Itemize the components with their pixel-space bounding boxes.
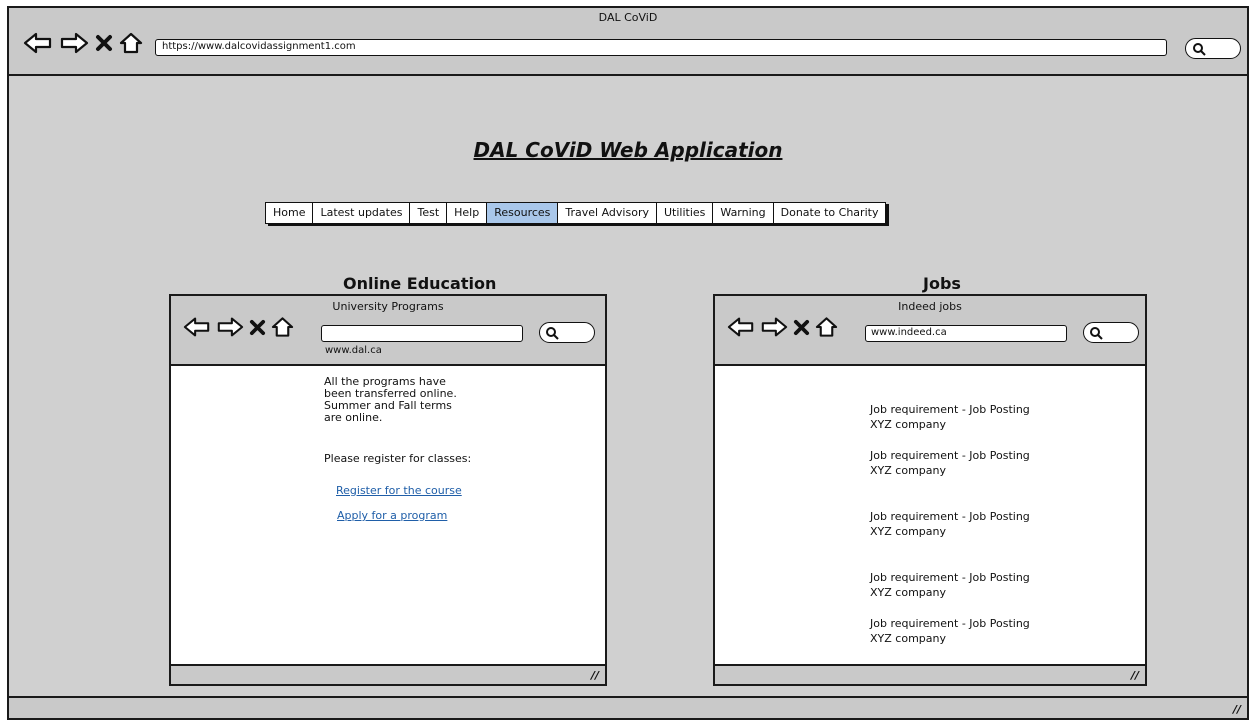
home-icon[interactable] [815,316,838,338]
app-title: DAL CoViD Web Application [473,138,783,162]
menu-item-home[interactable]: Home [266,203,314,223]
job-title: Job requirement - Job Posting [870,571,1030,584]
jobs-window-header: Indeed jobs www.indeed.ca [715,296,1145,366]
job-title: Job requirement - Job Posting [870,510,1030,523]
jobs-nav-buttons [727,316,838,338]
address-bar[interactable]: https://www.dalcovidassignment1.com [155,39,1167,56]
education-window-footer: // [171,664,605,684]
search-icon [1090,327,1103,340]
job-company: XYZ company [870,525,946,538]
home-icon[interactable] [271,316,294,338]
resize-grip-icon[interactable]: // [1233,703,1241,716]
menu-item-travel-advisory[interactable]: Travel Advisory [558,203,657,223]
education-nav-buttons [183,316,294,338]
job-title: Job requirement - Job Posting [870,449,1030,462]
jobs-window-title: Indeed jobs [898,300,962,313]
browser-titlebar: DAL CoViD https://www.dalcovidassignment… [9,8,1247,76]
main-menu: Home Latest updates Test Help Resources … [265,202,887,224]
job-company: XYZ company [870,632,946,645]
menu-item-donate-to-charity[interactable]: Donate to Charity [773,203,886,223]
jobs-search-button[interactable] [1083,322,1139,343]
browser-search-button[interactable] [1185,38,1241,59]
page-content: DAL CoViD Web Application Home Latest up… [9,78,1247,696]
search-icon [1193,43,1206,56]
education-window-header: University Programs www.dal.ca [171,296,605,366]
forward-arrow-icon[interactable] [760,316,788,338]
education-search-button[interactable] [539,322,595,343]
back-arrow-icon[interactable] [23,32,53,54]
menu-item-test[interactable]: Test [410,203,448,223]
register-prompt: Please register for classes: [324,452,472,465]
back-arrow-icon[interactable] [183,316,211,338]
browser-nav-buttons [23,32,143,54]
job-posting[interactable]: Job requirement - Job Posting XYZ compan… [870,509,1030,539]
forward-arrow-icon[interactable] [216,316,244,338]
jobs-address-bar[interactable]: www.indeed.ca [865,325,1067,342]
menu-item-utilities[interactable]: Utilities [656,203,714,223]
menu-item-help[interactable]: Help [447,203,488,223]
back-arrow-icon[interactable] [727,316,755,338]
job-company: XYZ company [870,464,946,477]
close-x-icon[interactable] [249,319,266,336]
close-x-icon[interactable] [793,319,810,336]
browser-window: DAL CoViD https://www.dalcovidassignment… [7,6,1249,720]
job-posting[interactable]: Job requirement - Job Posting XYZ compan… [870,448,1030,478]
search-icon [546,327,559,340]
education-address-bar[interactable] [321,325,523,342]
jobs-window-footer: // [715,664,1145,684]
body-line: are online. [324,411,383,424]
education-url-text: www.dal.ca [325,345,382,356]
jobs-heading: Jobs [923,274,961,293]
education-window: University Programs www.dal.ca All the p… [169,294,607,686]
menu-item-latest-updates[interactable]: Latest updates [313,203,411,223]
home-icon[interactable] [119,32,143,54]
window-title: DAL CoViD [598,11,658,24]
job-posting[interactable]: Job requirement - Job Posting XYZ compan… [870,616,1030,646]
browser-statusbar: // [9,696,1247,718]
job-posting[interactable]: Job requirement - Job Posting XYZ compan… [870,402,1030,432]
job-company: XYZ company [870,586,946,599]
apply-program-link[interactable]: Apply for a program [337,509,447,522]
forward-arrow-icon[interactable] [59,32,89,54]
menu-item-resources[interactable]: Resources [487,203,559,223]
job-company: XYZ company [870,418,946,431]
jobs-window: Indeed jobs www.indeed.ca Job requiremen… [713,294,1147,686]
education-body-text: All the programs have been transferred o… [324,376,457,424]
register-course-link[interactable]: Register for the course [336,484,462,497]
job-title: Job requirement - Job Posting [870,403,1030,416]
menu-item-warning[interactable]: Warning [713,203,774,223]
job-posting[interactable]: Job requirement - Job Posting XYZ compan… [870,570,1030,600]
education-heading: Online Education [343,274,497,293]
resize-grip-icon[interactable]: // [591,669,599,682]
job-title: Job requirement - Job Posting [870,617,1030,630]
resize-grip-icon[interactable]: // [1131,669,1139,682]
education-window-title: University Programs [332,300,444,313]
close-x-icon[interactable] [95,34,113,52]
